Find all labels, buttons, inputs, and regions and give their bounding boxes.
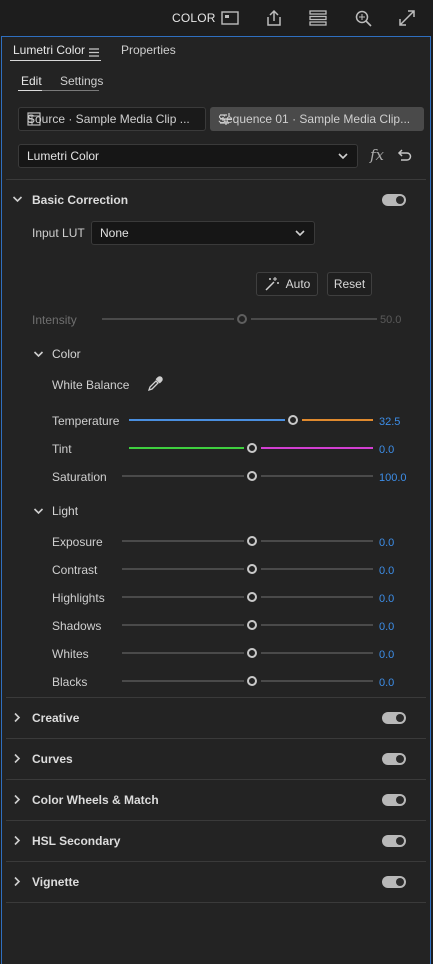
highlights-label: Highlights — [52, 591, 105, 605]
input-lut-label: Input LUT — [32, 226, 85, 240]
sequence-clip-label: Sequence 01 · Sample Media Clip... — [218, 112, 411, 126]
white-balance-label: White Balance — [52, 378, 130, 392]
intensity-value: 50.0 — [380, 314, 402, 326]
hsl-secondary-toggle[interactable] — [382, 835, 406, 847]
subtab-edit[interactable]: Edit — [21, 74, 42, 88]
tint-label: Tint — [52, 442, 72, 456]
temperature-label: Temperature — [52, 414, 120, 428]
section-basic-correction[interactable]: Basic Correction — [2, 180, 430, 220]
whites-slider[interactable] — [122, 648, 373, 658]
exposure-label: Exposure — [52, 535, 103, 549]
chevron-down-icon — [33, 506, 44, 520]
shadows-value[interactable]: 0.0 — [379, 621, 394, 633]
blacks-label: Blacks — [52, 675, 88, 689]
color-wheels-toggle[interactable] — [382, 794, 406, 806]
shadows-label: Shadows — [52, 619, 102, 633]
chevron-right-icon — [12, 876, 23, 890]
vignette-toggle[interactable] — [382, 876, 406, 888]
exposure-value[interactable]: 0.0 — [379, 537, 394, 549]
subtab-settings[interactable]: Settings — [60, 74, 103, 88]
blacks-slider[interactable] — [122, 676, 373, 686]
chevron-down-icon — [294, 227, 306, 242]
search-icon[interactable] — [352, 7, 374, 29]
basic-correction-toggle[interactable] — [382, 194, 406, 206]
contrast-label: Contrast — [52, 563, 98, 577]
reset-arrow-icon[interactable] — [396, 148, 412, 165]
intensity-slider — [102, 314, 377, 324]
curves-toggle[interactable] — [382, 753, 406, 765]
contrast-value[interactable]: 0.0 — [379, 565, 394, 577]
highlights-slider[interactable] — [122, 592, 373, 602]
source-clip-button[interactable]: Source · Sample Media Clip ... — [18, 107, 206, 131]
shadows-slider[interactable] — [122, 620, 373, 630]
contrast-slider[interactable] — [122, 564, 373, 574]
highlights-value[interactable]: 0.0 — [379, 593, 394, 605]
tab-lumetri-color[interactable]: Lumetri Color — [13, 43, 85, 57]
saturation-value[interactable]: 100.0 — [379, 472, 407, 484]
section-curves[interactable]: Curves — [2, 739, 430, 779]
temperature-value[interactable]: 32.5 — [379, 416, 400, 428]
color-subsection-title: Color — [52, 347, 81, 361]
section-vignette[interactable]: Vignette — [2, 862, 430, 902]
hamburger-menu-icon[interactable] — [89, 46, 99, 60]
section-color-wheels-match[interactable]: Color Wheels & Match — [2, 780, 430, 820]
section-title: Color Wheels & Match — [32, 793, 159, 807]
source-clip-label: Source · Sample Media Clip ... — [27, 112, 190, 126]
layout-icon[interactable] — [219, 7, 241, 29]
color-subsection-header[interactable]: Color — [33, 347, 81, 361]
divider — [6, 902, 426, 903]
input-lut-value: None — [100, 226, 129, 240]
chevron-down-icon — [337, 150, 349, 165]
section-hsl-secondary[interactable]: HSL Secondary — [2, 821, 430, 861]
reset-button[interactable]: Reset — [327, 272, 372, 296]
tab-properties[interactable]: Properties — [121, 43, 176, 57]
auto-label: Auto — [285, 277, 311, 291]
creative-toggle[interactable] — [382, 712, 406, 724]
light-subsection-header[interactable]: Light — [33, 504, 79, 518]
magic-wand-icon — [264, 276, 280, 292]
fullscreen-icon[interactable] — [396, 7, 418, 29]
workspace-label[interactable]: COLOR — [172, 11, 216, 25]
chevron-right-icon — [12, 753, 23, 767]
section-title: Curves — [32, 752, 73, 766]
tint-slider[interactable] — [129, 443, 373, 453]
chevron-right-icon — [12, 712, 23, 726]
exposure-slider[interactable] — [122, 536, 373, 546]
lumetri-panel: Lumetri Color Properties Edit Settings S… — [1, 36, 431, 964]
eyedropper-icon[interactable] — [147, 376, 163, 395]
sequence-clip-button[interactable]: Sequence 01 · Sample Media Clip... — [210, 107, 424, 131]
section-title: Basic Correction — [32, 193, 129, 207]
light-subsection-title: Light — [52, 504, 79, 518]
share-icon[interactable] — [263, 7, 285, 29]
chevron-right-icon — [12, 835, 23, 849]
section-title: Vignette — [32, 875, 80, 889]
saturation-label: Saturation — [52, 470, 107, 484]
saturation-slider[interactable] — [122, 471, 373, 481]
panels-icon[interactable] — [307, 7, 329, 29]
tint-value[interactable]: 0.0 — [379, 444, 394, 456]
tab-active-indicator — [10, 60, 101, 61]
intensity-label: Intensity — [32, 313, 77, 327]
input-lut-dropdown[interactable]: None — [91, 221, 315, 245]
chevron-down-icon — [12, 194, 23, 208]
workspace-bar: COLOR — [0, 0, 433, 36]
chevron-down-icon — [33, 349, 44, 363]
section-creative[interactable]: Creative — [2, 698, 430, 738]
blacks-value[interactable]: 0.0 — [379, 677, 394, 689]
auto-button[interactable]: Auto — [256, 272, 318, 296]
section-title: HSL Secondary — [32, 834, 121, 848]
temperature-slider[interactable] — [129, 415, 373, 425]
effect-dropdown-value: Lumetri Color — [27, 149, 100, 163]
subtab-active-indicator — [18, 90, 42, 91]
reset-label: Reset — [333, 277, 366, 291]
chevron-right-icon — [12, 794, 23, 808]
fx-icon[interactable]: fx — [370, 146, 384, 164]
effect-dropdown[interactable]: Lumetri Color — [18, 144, 358, 168]
whites-value[interactable]: 0.0 — [379, 649, 394, 661]
whites-label: Whites — [52, 647, 89, 661]
section-title: Creative — [32, 711, 80, 725]
